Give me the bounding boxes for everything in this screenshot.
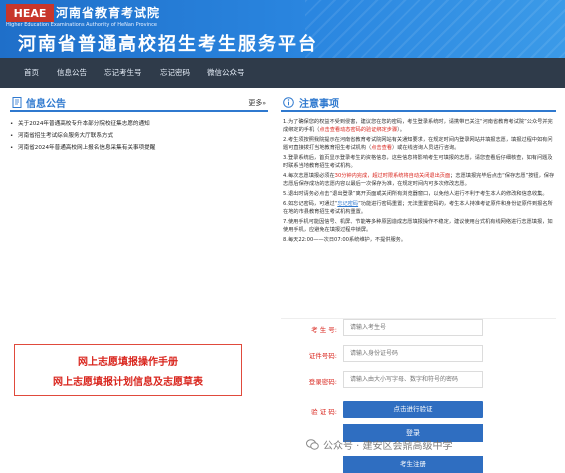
news-item[interactable]: 关于2024年普通高校专升本部分院校征集志愿的通知 (10, 118, 268, 130)
info-icon (283, 97, 294, 108)
notice-item: 5.退出时请务必点击“退出登录”离开页面或关闭所有浏览器窗口，以免他人进行不利于… (283, 190, 556, 198)
site-title: 河南省普通高校招生考生服务平台 (18, 34, 318, 55)
nav-forgot-password[interactable]: 忘记密码 (160, 58, 190, 88)
notice-highlight: 30分钟内完成，超过时限系统将自动关闭退出页面 (334, 173, 451, 179)
notice-text: 5.退出时请务必点击“退出登录”离开页面或关闭所有浏览器窗口，以免他人进行不利于… (283, 191, 548, 197)
notice-panel-header: 注意事项 (281, 94, 556, 112)
notice-text: 4.每次志愿填报必须在 (283, 173, 335, 179)
verify-button[interactable]: 点击进行验证 (343, 401, 483, 418)
nav-wechat[interactable]: 微信公众号 (207, 58, 245, 88)
double-chevron-icon: » (262, 100, 266, 107)
notice-item: 7.使用手机可能因信号、机屏、节能等多种原因造成志愿填报操作不稳定，建议使用台式… (283, 218, 556, 234)
manual-banner[interactable]: 网上志愿填报操作手册 网上志愿填报计划信息及志愿草表 (14, 344, 242, 396)
id-input[interactable] (343, 345, 483, 362)
main-nav: 首页 信息公告 忘记考生号 忘记密码 微信公众号 (0, 58, 565, 88)
news-item[interactable]: 河南省2024年普通高校网上报名信息采集有关事项提醒 (10, 142, 268, 154)
news-item[interactable]: 河南省招生考试综合服务大厅联系方式 (10, 130, 268, 142)
notice-text: 3.登录系统后，首页显示登录考生的资格信息，这些信息将影响考生可填报的志愿，请您… (283, 155, 553, 169)
notice-title: 注意事项 (299, 99, 339, 110)
org-name-en: Higher Education Examinations Authority … (6, 22, 157, 28)
header-pattern (305, 0, 565, 58)
notice-text: 6.如忘记密码，可通过“ (283, 201, 338, 207)
nav-forgot-exam-no[interactable]: 忘记考生号 (104, 58, 142, 88)
nav-announcements[interactable]: 信息公告 (57, 58, 87, 88)
watermark-text: 公众号 · 建安区会鼎高级中学 (323, 441, 453, 452)
exam-no-input[interactable] (343, 319, 483, 336)
notice-text: 8.每天22:00——次日07:00系统维护，不提供服务。 (283, 237, 407, 243)
password-input[interactable] (343, 371, 483, 388)
wechat-icon (306, 439, 319, 450)
more-link[interactable]: 更多» (248, 98, 266, 108)
news-panel: 信息公告 更多» 关于2024年普通高校专升本部分院校征集志愿的通知 河南省招生… (10, 94, 268, 154)
notice-link[interactable]: 点击查看 (371, 145, 392, 151)
document-icon (12, 97, 22, 108)
nav-home[interactable]: 首页 (24, 58, 39, 88)
notice-item: 6.如忘记密码，可通过“忘记密码”功能进行密码重置；无法重置密码的，考生本人持准… (283, 200, 556, 216)
verify-label: 验 证 码: (311, 408, 337, 416)
plan-info-link[interactable]: 网上志愿填报计划信息及志愿草表 (15, 373, 241, 388)
forgot-password-link[interactable]: 忘记密码 (337, 201, 358, 207)
notice-link[interactable]: 点击查看动态密码的验证绑定步骤 (319, 127, 397, 133)
notice-text: ）或在线咨询人员进行咨询。 (391, 145, 460, 151)
notice-item: 4.每次志愿填报必须在30分钟内完成，超过时限系统将自动关闭退出页面；志愿填报完… (283, 172, 556, 188)
svg-text:HEAE: HEAE (14, 7, 47, 20)
notice-text: ）。 (397, 127, 405, 133)
notice-item: 3.登录系统后，首页显示登录考生的资格信息，这些信息将影响考生可填报的志愿，请您… (283, 154, 556, 170)
news-title: 信息公告 (26, 99, 66, 110)
notice-item: 8.每天22:00——次日07:00系统维护，不提供服务。 (283, 236, 556, 244)
news-list: 关于2024年普通高校专升本部分院校征集志愿的通知 河南省招生考试综合服务大厅联… (10, 118, 268, 154)
notice-item: 1.为了确保您的权益不受到侵害，建议您在您的密码，考生登录系统时，请携带已关注“… (283, 118, 556, 134)
heae-logo: HEAE (6, 4, 54, 22)
news-panel-header: 信息公告 更多» (10, 94, 268, 112)
register-button[interactable]: 考生注册 (343, 456, 483, 473)
more-label: 更多 (248, 99, 263, 107)
org-name: 河南省教育考试院 (56, 6, 161, 20)
manual-link[interactable]: 网上志愿填报操作手册 (15, 353, 241, 368)
notice-text: 7.使用手机可能因信号、机屏、节能等多种原因造成志愿填报操作不稳定，建议使用台式… (283, 219, 553, 233)
notice-item: 2.考生须按照我院提示在河南省教育考试院网站有关通知要求，在规定时间内登录网站并… (283, 136, 556, 152)
id-label: 证件号码: (308, 352, 337, 360)
notice-panel: 注意事项 1.为了确保您的权益不受到侵害，建议您在您的密码，考生登录系统时，请携… (281, 94, 556, 260)
notice-list: 1.为了确保您的权益不受到侵害，建议您在您的密码，考生登录系统时，请携带已关注“… (281, 118, 556, 244)
watermark: 公众号 · 建安区会鼎高级中学 (306, 437, 453, 452)
exam-no-label: 考 生 号: (311, 326, 337, 334)
password-label: 登录密码: (308, 378, 337, 386)
site-header: HEAE 河南省教育考试院 Higher Education Examinati… (0, 0, 565, 58)
